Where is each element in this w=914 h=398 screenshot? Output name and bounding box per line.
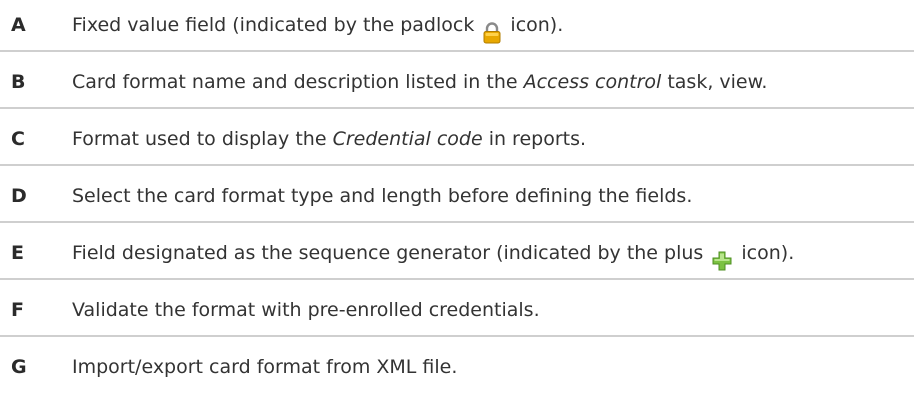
row-divider	[0, 107, 914, 109]
legend-key: B	[11, 71, 26, 93]
description-text-end: icon).	[735, 242, 795, 264]
description-text: Field designated as the sequence generat…	[72, 242, 710, 264]
row-divider	[0, 50, 914, 52]
legend-row-g: G Import/export card format from XML fil…	[0, 342, 914, 392]
legend-key: C	[11, 128, 25, 150]
description-text: Fixed value field (indicated by the padl…	[72, 14, 481, 36]
legend-key: G	[11, 356, 27, 378]
description-text: Card format name and description listed …	[72, 71, 524, 93]
description-text-end: in reports.	[482, 128, 587, 150]
legend-row-f: F Validate the format with pre-enrolled …	[0, 285, 914, 335]
description-text-end: task, view.	[661, 71, 768, 93]
row-divider	[0, 335, 914, 337]
legend-description: Fixed value field (indicated by the padl…	[72, 0, 563, 50]
legend-row-b: B Card format name and description liste…	[0, 57, 914, 107]
legend-description: Format used to display the Credential co…	[72, 114, 586, 164]
legend-key: E	[11, 242, 24, 264]
legend-description: Card format name and description listed …	[72, 57, 767, 107]
description-text: Format used to display the	[72, 128, 333, 150]
description-emphasis: Access control	[523, 71, 662, 93]
legend-key: F	[11, 299, 24, 321]
legend-row-a: A Fixed value field (indicated by the pa…	[0, 0, 914, 50]
legend-description: Import/export card format from XML file.	[72, 356, 458, 378]
legend-row-c: C Format used to display the Credential …	[0, 114, 914, 164]
padlock-icon	[482, 13, 502, 43]
description-emphasis: Credential code	[332, 128, 483, 150]
description-text-end: icon).	[504, 14, 564, 36]
plus-icon	[710, 241, 734, 270]
legend-key: A	[11, 14, 26, 36]
legend-row-e: E Field designated as the sequence gener…	[0, 228, 914, 278]
legend-description: Select the card format type and length b…	[72, 185, 693, 207]
row-divider	[0, 164, 914, 166]
legend-description: Validate the format with pre-enrolled cr…	[72, 299, 540, 321]
legend-key: D	[11, 185, 27, 207]
legend-table: A Fixed value field (indicated by the pa…	[0, 0, 914, 398]
legend-description: Field designated as the sequence generat…	[72, 228, 794, 278]
row-divider	[0, 221, 914, 223]
legend-row-d: D Select the card format type and length…	[0, 171, 914, 221]
row-divider	[0, 278, 914, 280]
